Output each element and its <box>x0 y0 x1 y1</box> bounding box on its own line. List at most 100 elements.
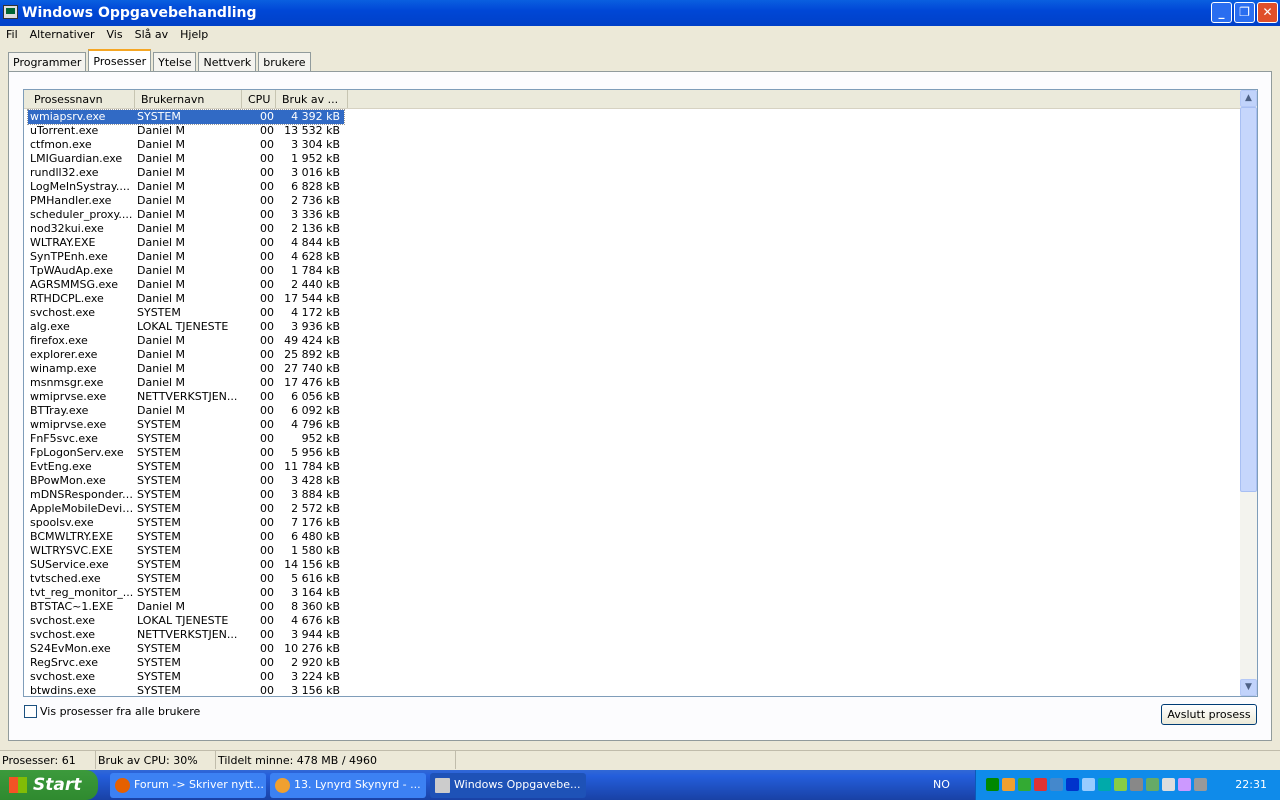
process-row[interactable]: nod32kui.exe Daniel M 00 2 136 kB <box>28 222 344 236</box>
process-name: S24EvMon.exe <box>30 642 111 655</box>
process-row[interactable]: alg.exe LOKAL TJENESTE 00 3 936 kB <box>28 320 344 334</box>
nvidia-icon[interactable] <box>1114 778 1127 791</box>
process-row[interactable]: FnF5svc.exe SYSTEM 00 952 kB <box>28 432 344 446</box>
menu-help[interactable]: Hjelp <box>174 26 214 44</box>
process-row[interactable]: PMHandler.exe Daniel M 00 2 736 kB <box>28 194 344 208</box>
process-row[interactable]: FpLogonServ.exe SYSTEM 00 5 956 kB <box>28 446 344 460</box>
process-row[interactable]: LMIGuardian.exe Daniel M 00 1 952 kB <box>28 152 344 166</box>
process-row[interactable]: BTTray.exe Daniel M 00 6 092 kB <box>28 404 344 418</box>
taskbar-task-manager[interactable]: Windows Oppgavebe... <box>430 773 586 798</box>
logmein-icon[interactable] <box>1098 778 1111 791</box>
process-name: AGRSMMSG.exe <box>30 278 118 291</box>
process-row[interactable]: S24EvMon.exe SYSTEM 00 10 276 kB <box>28 642 344 656</box>
process-row[interactable]: tvtsched.exe SYSTEM 00 5 616 kB <box>28 572 344 586</box>
process-row[interactable]: BCMWLTRY.EXE SYSTEM 00 6 480 kB <box>28 530 344 544</box>
process-row[interactable]: wmiprvse.exe SYSTEM 00 4 796 kB <box>28 418 344 432</box>
start-button[interactable]: Start <box>0 770 98 800</box>
network-icon[interactable] <box>1050 778 1063 791</box>
show-all-users-checkbox[interactable]: Vis prosesser fra alle brukere <box>24 705 200 718</box>
minimize-button[interactable]: _ <box>1211 2 1232 23</box>
monitor-icon[interactable] <box>1194 778 1207 791</box>
tab-users[interactable]: brukere <box>258 52 311 71</box>
process-row[interactable]: LogMeInSystray.... Daniel M 00 6 828 kB <box>28 180 344 194</box>
process-row[interactable]: AGRSMMSG.exe Daniel M 00 2 440 kB <box>28 278 344 292</box>
process-row[interactable]: BPowMon.exe SYSTEM 00 3 428 kB <box>28 474 344 488</box>
taskbar-firefox[interactable]: Forum -> Skriver nytt... <box>110 773 266 798</box>
process-name: BTTray.exe <box>30 404 89 417</box>
status-memory: Tildelt minne: 478 MB / 4960 <box>216 751 456 769</box>
process-row[interactable]: firefox.exe Daniel M 00 49 424 kB <box>28 334 344 348</box>
vertical-scrollbar[interactable]: ▲ ▼ <box>1240 90 1257 696</box>
checkbox-box[interactable] <box>24 705 37 718</box>
column-cpu[interactable]: CPU <box>242 90 276 108</box>
volume-icon[interactable] <box>1034 778 1047 791</box>
process-row[interactable]: uTorrent.exe Daniel M 00 13 532 kB <box>28 124 344 138</box>
process-row[interactable]: wmiprvse.exe NETTVERKSTJEN... 00 6 056 kB <box>28 390 344 404</box>
scroll-thumb[interactable] <box>1240 107 1257 492</box>
memory-value: 3 304 kB <box>291 138 340 151</box>
process-row[interactable]: ctfmon.exe Daniel M 00 3 304 kB <box>28 138 344 152</box>
scroll-up-button[interactable]: ▲ <box>1240 90 1257 107</box>
column-image-name[interactable]: Prosessnavn <box>28 90 135 108</box>
process-row[interactable]: winamp.exe Daniel M 00 27 740 kB <box>28 362 344 376</box>
process-row[interactable]: TpWAudAp.exe Daniel M 00 1 784 kB <box>28 264 344 278</box>
winamp-icon <box>275 778 290 793</box>
nod32-icon[interactable] <box>1130 778 1143 791</box>
menu-shutdown[interactable]: Slå av <box>129 26 175 44</box>
process-row[interactable]: svchost.exe LOKAL TJENESTE 00 4 676 kB <box>28 614 344 628</box>
process-list[interactable]: Prosessnavn Brukernavn CPU Bruk av ... w… <box>23 89 1258 697</box>
process-row[interactable]: SynTPEnh.exe Daniel M 00 4 628 kB <box>28 250 344 264</box>
close-button[interactable]: ✕ <box>1257 2 1278 23</box>
memory-value: 3 428 kB <box>291 474 340 487</box>
hardware-icon[interactable] <box>1146 778 1159 791</box>
process-name: PMHandler.exe <box>30 194 112 207</box>
process-row[interactable]: WLTRAY.EXE Daniel M 00 4 844 kB <box>28 236 344 250</box>
column-user-name[interactable]: Brukernavn <box>135 90 242 108</box>
tab-applications[interactable]: Programmer <box>8 52 87 71</box>
msn-icon[interactable] <box>1178 778 1191 791</box>
language-indicator[interactable]: NO <box>933 778 950 791</box>
process-row[interactable]: RTHDCPL.exe Daniel M 00 17 544 kB <box>28 292 344 306</box>
memory-value: 6 056 kB <box>291 390 340 403</box>
process-name: tvtsched.exe <box>30 572 101 585</box>
process-row[interactable]: WLTRYSVC.EXE SYSTEM 00 1 580 kB <box>28 544 344 558</box>
winamp-tray-icon[interactable] <box>1002 778 1015 791</box>
process-row[interactable]: rundll32.exe Daniel M 00 3 016 kB <box>28 166 344 180</box>
utorrent-icon[interactable] <box>1018 778 1031 791</box>
process-row[interactable]: RegSrvc.exe SYSTEM 00 2 920 kB <box>28 656 344 670</box>
process-row[interactable]: SUService.exe SYSTEM 00 14 156 kB <box>28 558 344 572</box>
tab-networking[interactable]: Nettverk <box>198 52 257 71</box>
tab-performance[interactable]: Ytelse <box>153 52 197 71</box>
menu-file[interactable]: Fil <box>0 26 24 44</box>
end-process-button[interactable]: Avslutt prosess <box>1161 704 1257 725</box>
process-row[interactable]: BTSTAC~1.EXE Daniel M 00 8 360 kB <box>28 600 344 614</box>
process-name: btwdins.exe <box>30 684 97 697</box>
menu-options[interactable]: Alternativer <box>24 26 101 44</box>
clock[interactable]: 22:31 <box>1235 778 1267 791</box>
process-row[interactable]: msnmsgr.exe Daniel M 00 17 476 kB <box>28 376 344 390</box>
process-row[interactable]: svchost.exe SYSTEM 00 3 224 kB <box>28 670 344 684</box>
scroll-down-button[interactable]: ▼ <box>1240 679 1257 696</box>
process-row[interactable]: tvt_reg_monitor_... SYSTEM 00 3 164 kB <box>28 586 344 600</box>
taskbar-winamp[interactable]: 13. Lynyrd Skynyrd - ... <box>270 773 426 798</box>
menu-view[interactable]: Vis <box>101 26 129 44</box>
maximize-button[interactable]: ❐ <box>1234 2 1255 23</box>
process-row[interactable]: btwdins.exe SYSTEM 00 3 156 kB <box>28 684 344 697</box>
bluetooth-icon[interactable] <box>1066 778 1079 791</box>
process-row[interactable]: EvtEng.exe SYSTEM 00 11 784 kB <box>28 460 344 474</box>
process-row[interactable]: mDNSResponder.... SYSTEM 00 3 884 kB <box>28 488 344 502</box>
usb-icon[interactable] <box>1162 778 1175 791</box>
wireless-icon[interactable] <box>1082 778 1095 791</box>
show-all-users-label: Vis prosesser fra alle brukere <box>40 705 201 718</box>
process-row[interactable]: spoolsv.exe SYSTEM 00 7 176 kB <box>28 516 344 530</box>
tab-processes[interactable]: Prosesser <box>88 49 152 71</box>
process-row[interactable]: svchost.exe SYSTEM 00 4 172 kB <box>28 306 344 320</box>
column-memory[interactable]: Bruk av ... <box>276 90 348 108</box>
process-row[interactable]: explorer.exe Daniel M 00 25 892 kB <box>28 348 344 362</box>
process-row[interactable]: wmiapsrv.exe SYSTEM 00 4 392 kB <box>27 109 345 125</box>
process-row[interactable]: AppleMobileDevic... SYSTEM 00 2 572 kB <box>28 502 344 516</box>
cpu-meter-icon[interactable] <box>986 778 999 791</box>
process-row[interactable]: scheduler_proxy.... Daniel M 00 3 336 kB <box>28 208 344 222</box>
status-processes: Prosesser: 61 <box>0 751 96 769</box>
process-row[interactable]: svchost.exe NETTVERKSTJEN... 00 3 944 kB <box>28 628 344 642</box>
